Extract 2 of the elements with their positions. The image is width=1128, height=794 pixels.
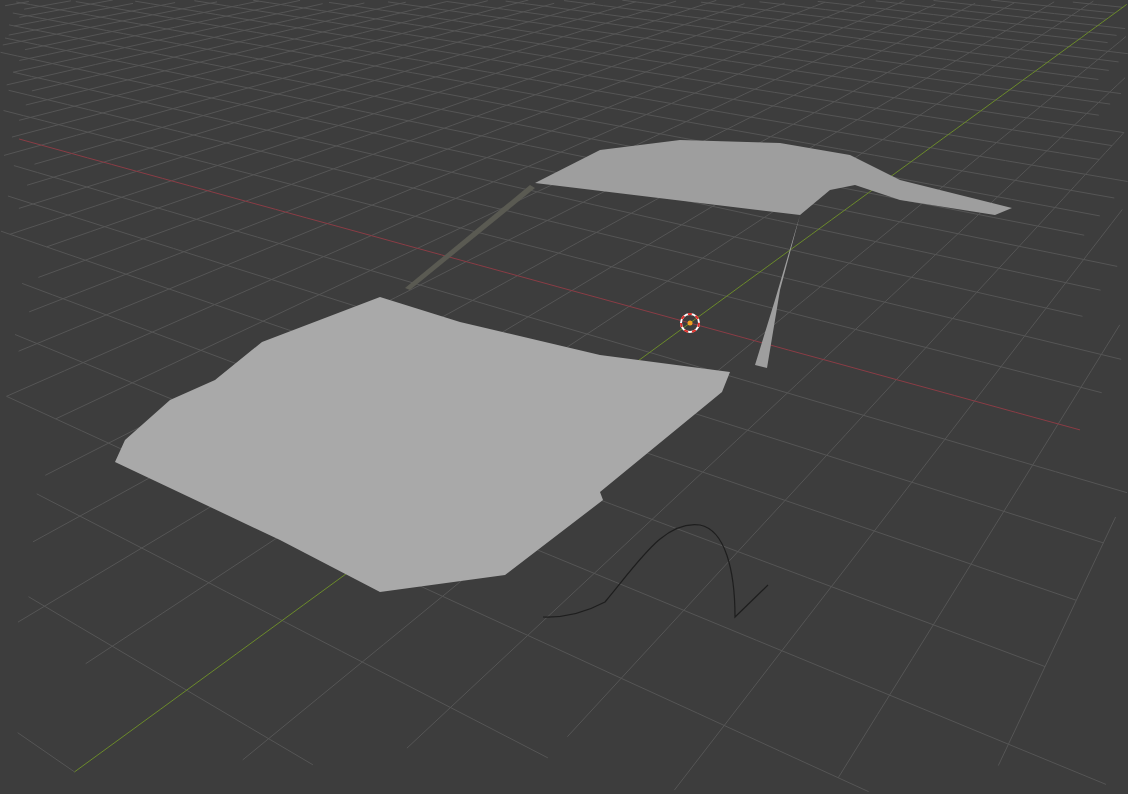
3d-cursor-icon[interactable] — [680, 313, 700, 333]
car-body-mesh-drawing[interactable] — [115, 140, 1012, 618]
